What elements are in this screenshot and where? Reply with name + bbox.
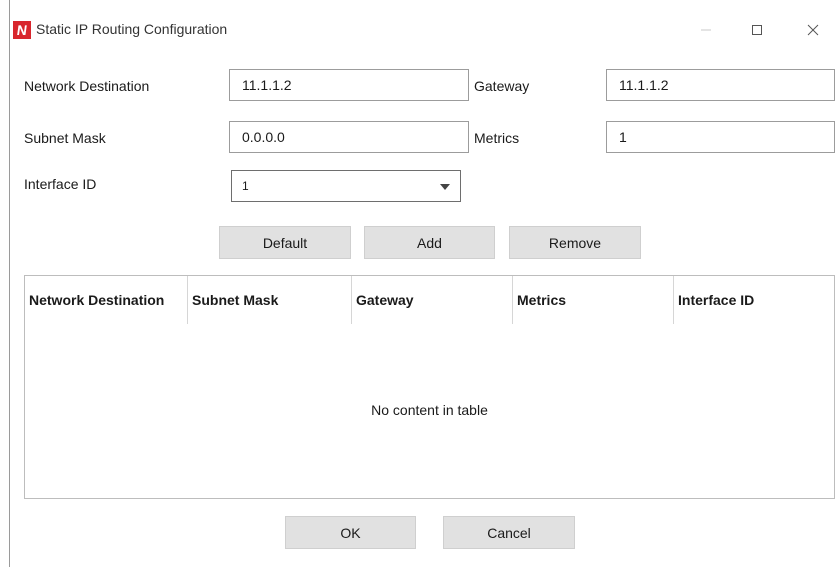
close-icon	[807, 24, 819, 36]
default-button[interactable]: Default	[219, 226, 351, 259]
network-destination-field[interactable]	[229, 69, 469, 101]
minimize-icon	[701, 29, 711, 31]
add-button[interactable]: Add	[364, 226, 495, 259]
interface-id-label: Interface ID	[24, 176, 97, 192]
maximize-icon	[752, 25, 762, 35]
title-bar[interactable]: N Static IP Routing Configuration	[10, 8, 838, 48]
window-title: Static IP Routing Configuration	[36, 21, 228, 37]
maximize-button[interactable]	[737, 16, 777, 44]
interface-id-dropdown[interactable]: 1	[231, 170, 461, 202]
column-header-gateway[interactable]: Gateway	[351, 276, 512, 324]
subnet-mask-label: Subnet Mask	[24, 130, 106, 146]
minimize-button[interactable]	[686, 16, 726, 44]
metrics-field[interactable]	[606, 121, 835, 153]
subnet-mask-field[interactable]	[229, 121, 469, 153]
ok-button[interactable]: OK	[285, 516, 416, 549]
routes-table[interactable]: Network Destination Subnet Mask Gateway …	[24, 275, 835, 499]
empty-table-message: No content in table	[371, 402, 488, 418]
column-header-network-destination[interactable]: Network Destination	[25, 276, 187, 324]
network-destination-label: Network Destination	[24, 78, 150, 94]
dialog-window: N Static IP Routing Configuration Networ…	[10, 0, 838, 567]
metrics-label: Metrics	[474, 130, 520, 146]
background-window-edge	[0, 0, 10, 567]
remove-button[interactable]: Remove	[509, 226, 641, 259]
gateway-field[interactable]	[606, 69, 835, 101]
column-header-subnet-mask[interactable]: Subnet Mask	[187, 276, 351, 324]
app-logo-icon: N	[13, 21, 31, 39]
interface-id-selected-value: 1	[242, 179, 249, 193]
column-header-metrics[interactable]: Metrics	[512, 276, 673, 324]
close-button[interactable]	[793, 16, 833, 44]
chevron-down-icon	[440, 184, 450, 190]
cancel-button[interactable]: Cancel	[443, 516, 575, 549]
gateway-label: Gateway	[474, 78, 530, 94]
column-header-interface-id[interactable]: Interface ID	[673, 276, 835, 324]
